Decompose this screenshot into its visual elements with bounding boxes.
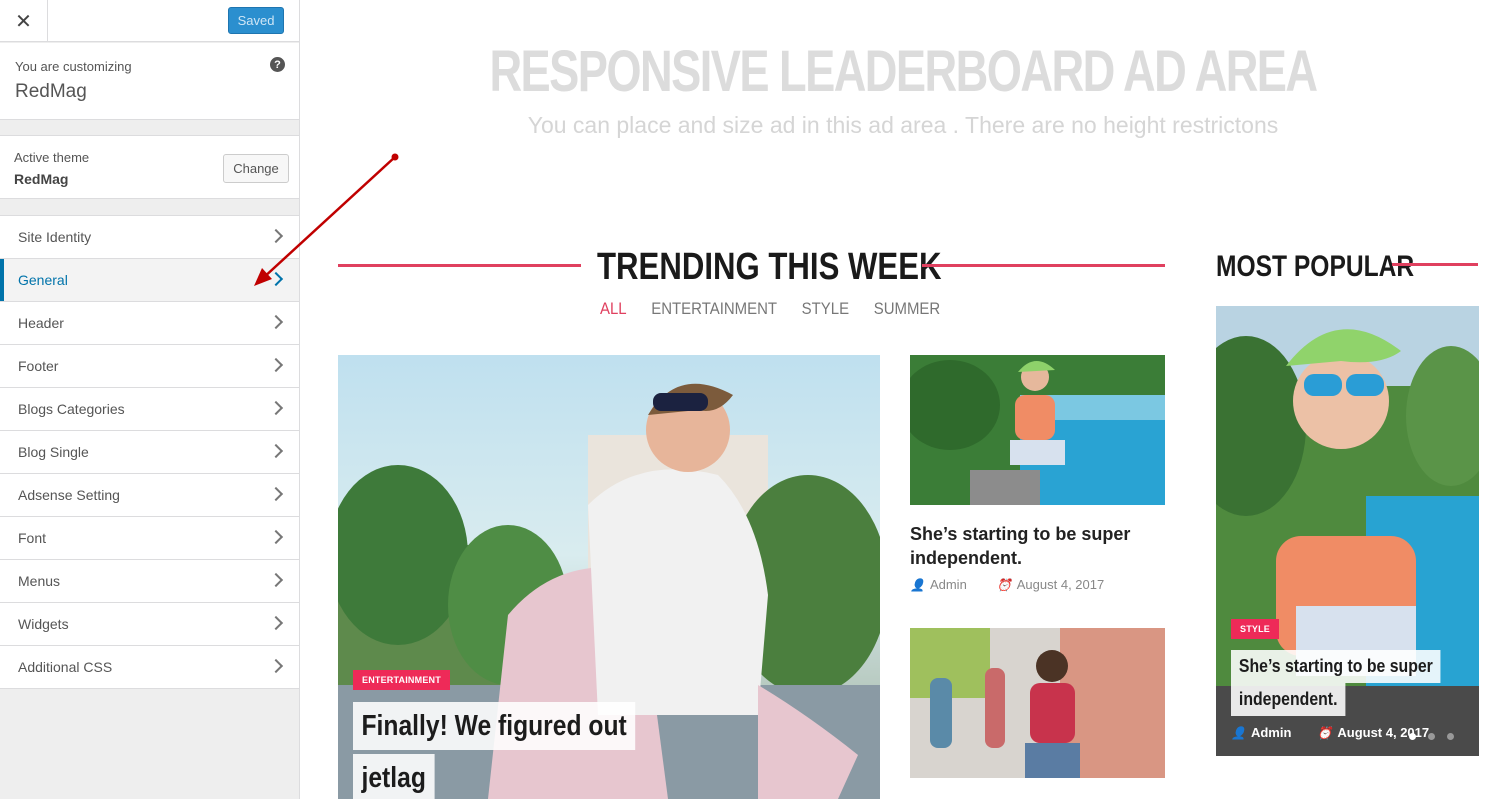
chevron-right-icon [268,486,284,502]
filter-all[interactable]: ALL [600,299,627,319]
post-meta: 👤 Admin ⏰ August 4, 2017 [910,577,1104,592]
menu-item-label: Menus [18,573,61,589]
help-icon[interactable]: ? [270,57,285,72]
customizer-menu: Site Identity General Header Footer Blog… [0,215,299,689]
post-date: ⏰ August 4, 2017 [996,577,1105,592]
menu-item-label: Widgets [18,616,69,632]
side-post-image[interactable] [910,628,1165,778]
popular-post-image[interactable]: STYLE She’s starting to be super indepen… [1216,306,1479,756]
menu-item-general[interactable]: General [0,259,299,302]
change-theme-button[interactable]: Change [223,154,289,183]
chevron-right-icon [268,658,284,674]
featured-post-title[interactable]: Finally! We figured out jetlag [353,702,685,799]
chevron-right-icon [268,400,284,416]
menu-item-label: Blogs Categories [18,401,125,417]
trending-heading: TRENDING THIS WEEK [597,246,942,288]
menu-item-label: Header [18,315,64,331]
chevron-right-icon [268,357,284,373]
popular-post-title[interactable]: She’s starting to be super independent. [1231,650,1469,716]
slider-dot[interactable] [1428,733,1435,740]
user-icon: 👤 [1231,725,1246,740]
slider-dot[interactable] [1447,733,1454,740]
trending-filters: ALL ENTERTAINMENT STYLE SUMMER [600,299,940,319]
site-name: RedMag [15,81,87,102]
ad-area-subtitle: You can place and size ad in this ad are… [527,112,1279,138]
menu-item-label: Blog Single [18,444,89,460]
category-tag[interactable]: ENTERTAINMENT [353,670,450,690]
chevron-right-icon [268,615,284,631]
menu-item-adsense-setting[interactable]: Adsense Setting [0,474,299,517]
menu-item-widgets[interactable]: Widgets [0,603,299,646]
ad-area-title: RESPONSIVE LEADERBOARD AD AREA [489,39,1318,104]
customizing-info: You are customizing RedMag ? [0,43,299,120]
saved-button[interactable]: Saved [228,7,284,34]
featured-post-image[interactable]: ENTERTAINMENT Finally! We figured out je… [338,355,880,799]
section-divider [922,264,1165,267]
popular-heading: MOST POPULAR [1216,250,1415,283]
close-icon[interactable]: ✕ [0,0,48,42]
menu-item-font[interactable]: Font [0,517,299,560]
section-divider [338,264,581,267]
title-line: independent. [1231,683,1346,716]
side-photo [910,628,1165,778]
post-author: 👤 Admin [1231,725,1292,740]
menu-item-label: Adsense Setting [18,487,120,503]
chevron-right-icon [268,314,284,330]
clock-icon: ⏰ [1317,725,1333,740]
active-theme-label: Active theme [14,150,90,165]
slider-dots [1409,733,1454,740]
site-preview: RESPONSIVE LEADERBOARD AD AREA You can p… [300,0,1506,799]
menu-item-footer[interactable]: Footer [0,345,299,388]
customizing-label: You are customizing [15,59,132,74]
side-post-image[interactable] [910,355,1165,505]
customizer-sidebar: ✕ Saved You are customizing RedMag ? Act… [0,0,300,799]
menu-item-blog-single[interactable]: Blog Single [0,431,299,474]
side-post-title[interactable]: She’s starting to be super independent. [910,522,1170,570]
menu-item-additional-css[interactable]: Additional CSS [0,646,299,689]
section-divider [1392,263,1478,266]
customizer-header: ✕ Saved [0,0,299,42]
menu-item-header[interactable]: Header [0,302,299,345]
side-photo [910,355,1165,505]
menu-item-label: Font [18,530,47,546]
active-theme-name: RedMag [14,171,69,187]
post-meta: 👤 Admin ⏰ August 4, 2017 [1231,725,1429,740]
menu-item-label: General [18,272,68,288]
title-line: jetlag [353,754,435,799]
menu-item-label: Additional CSS [18,659,113,675]
chevron-right-icon [268,443,284,459]
chevron-right-icon [268,572,284,588]
chevron-right-icon [268,228,284,244]
active-theme-panel: Active theme RedMag Change [0,135,299,199]
filter-style[interactable]: STYLE [802,299,849,319]
menu-item-label: Footer [18,358,59,374]
slider-dot-active[interactable] [1409,733,1416,740]
title-line: Finally! We figured out [353,702,636,750]
menu-item-site-identity[interactable]: Site Identity [0,216,299,259]
category-tag[interactable]: STYLE [1231,619,1280,639]
clock-icon: ⏰ [996,577,1012,592]
filter-summer[interactable]: SUMMER [874,299,940,319]
menu-item-label: Site Identity [18,229,92,245]
filter-entertainment[interactable]: ENTERTAINMENT [651,299,777,319]
title-line: She’s starting to be super [1231,650,1441,683]
menu-item-blogs-categories[interactable]: Blogs Categories [0,388,299,431]
menu-item-menus[interactable]: Menus [0,560,299,603]
post-author: 👤 Admin [910,577,967,592]
user-icon: 👤 [910,577,925,592]
chevron-right-icon [268,529,284,545]
chevron-right-icon [268,271,284,287]
